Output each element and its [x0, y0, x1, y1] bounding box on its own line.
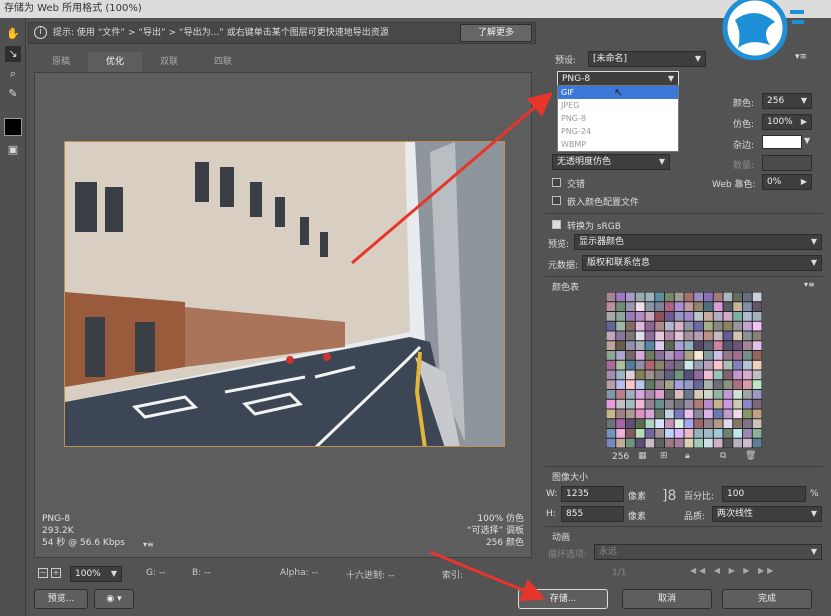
arrow-to-save: [429, 550, 546, 602]
annotation-arrows: [351, 92, 553, 602]
arrow-to-format: [351, 92, 553, 265]
